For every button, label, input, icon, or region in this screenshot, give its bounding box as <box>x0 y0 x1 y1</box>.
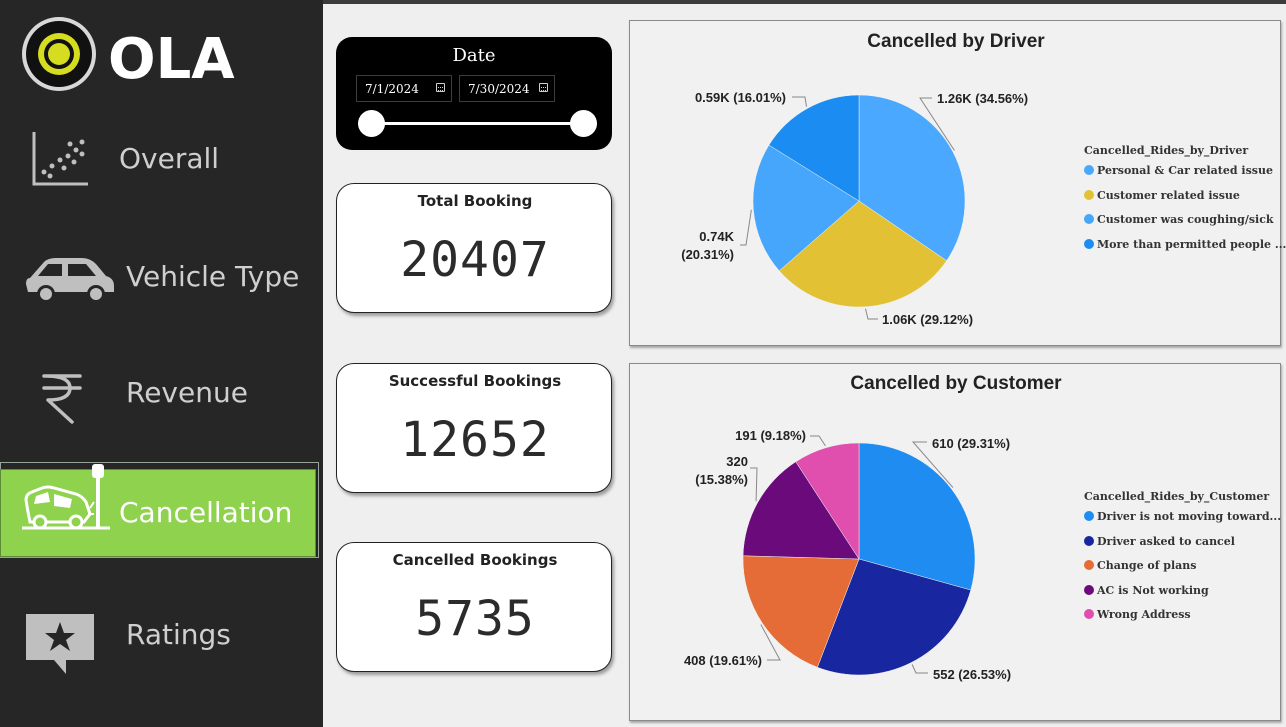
legend-dot-icon <box>1084 214 1094 225</box>
legend-item[interactable]: Driver asked to cancel <box>1084 535 1235 548</box>
chart-cancelled-by-customer[interactable]: Cancelled by Customer 610 (29.31%) 552 (2… <box>629 363 1281 721</box>
kpi-value: 20407 <box>400 232 550 288</box>
nav-label-revenue: Revenue <box>126 376 248 409</box>
legend-dot-icon <box>1084 584 1094 595</box>
nav-item-overall[interactable]: Overall <box>0 112 323 204</box>
leader-line <box>865 308 878 320</box>
car-crash-icon <box>20 462 112 548</box>
date-slicer: Date 7/1/2024 7/30/2024 <box>336 37 612 150</box>
rupee-icon <box>40 372 84 428</box>
legend-label: More than permitted people ... <box>1097 237 1286 251</box>
end-date-value: 7/30/2024 <box>468 82 530 96</box>
kpi-card-cancelled-bookings: Cancelled Bookings 5735 <box>336 542 612 672</box>
legend-item[interactable]: Customer was coughing/sick <box>1084 213 1274 226</box>
star-message-icon <box>24 612 96 680</box>
leader-line <box>750 467 758 502</box>
range-end-handle[interactable] <box>570 110 597 137</box>
legend-label: Customer was coughing/sick <box>1097 213 1274 227</box>
nav-item-revenue[interactable]: Revenue <box>0 348 323 440</box>
legend-dot-icon <box>1084 165 1094 175</box>
data-label: (20.31%) <box>681 247 734 262</box>
legend-label: Customer related issue <box>1097 188 1240 202</box>
data-label: 320 <box>726 454 748 469</box>
nav-item-vehicle-type[interactable]: Vehicle Type <box>0 230 323 322</box>
legend-item[interactable]: Customer related issue <box>1084 189 1240 202</box>
date-slicer-title: Date <box>452 45 496 66</box>
data-label: 0.74K <box>699 229 734 244</box>
legend-dot-icon <box>1084 535 1094 546</box>
leader-line <box>911 664 928 674</box>
chart-cancelled-by-driver[interactable]: Cancelled by Driver 1.26K (34.56%) 1.06K … <box>629 20 1286 347</box>
calendar-icon[interactable] <box>539 83 548 92</box>
data-label: 1.06K (29.12%) <box>882 312 973 327</box>
kpi-card-successful-bookings: Successful Bookings 12652 <box>336 363 612 493</box>
legend-item[interactable]: Personal & Car related issue <box>1084 164 1273 177</box>
legend-title: Cancelled_Rides_by_Customer <box>1084 490 1270 503</box>
legend-dot-icon <box>1084 560 1094 571</box>
data-label: 1.26K (34.56%) <box>937 91 1028 106</box>
calendar-icon[interactable] <box>436 83 445 92</box>
leader-line <box>810 435 826 447</box>
legend-label: Change of plans <box>1097 559 1197 573</box>
data-label: 0.59K (16.01%) <box>695 90 786 105</box>
kpi-title: Cancelled Bookings <box>392 551 558 569</box>
data-label: 552 (26.53%) <box>933 667 1011 682</box>
leader-line <box>740 209 752 246</box>
nav-item-ratings[interactable]: Ratings <box>0 592 323 684</box>
data-label: 408 (19.61%) <box>684 653 762 668</box>
pie-chart-driver[interactable]: 1.26K (34.56%) 1.06K (29.12%) 0.74K (20.31%… <box>630 21 1282 347</box>
top-bar <box>323 0 1286 4</box>
legend-label: AC is Not working <box>1097 583 1209 597</box>
kpi-title: Successful Bookings <box>388 372 562 390</box>
kpi-title: Total Booking <box>417 192 533 210</box>
legend-item[interactable]: Wrong Address <box>1084 608 1191 621</box>
legend-dot-icon <box>1084 238 1094 249</box>
legend-label: Wrong Address <box>1097 608 1191 622</box>
legend-item[interactable]: AC is Not working <box>1084 584 1209 597</box>
sidebar: OLA Overall Vehicle Type Revenue Cancell… <box>0 0 323 727</box>
scatter-chart-icon <box>30 130 90 192</box>
legend-label: Driver is not moving toward... <box>1097 510 1282 523</box>
nav-label-cancellation: Cancellation <box>119 496 293 529</box>
start-date-value: 7/1/2024 <box>365 82 419 96</box>
legend-label: Driver asked to cancel <box>1097 534 1235 548</box>
leader-line <box>792 96 807 107</box>
data-label: (15.38%) <box>695 472 748 487</box>
end-date-input[interactable]: 7/30/2024 <box>459 75 555 102</box>
legend-dot-icon <box>1084 511 1094 521</box>
kpi-card-total-booking: Total Booking 20407 <box>336 183 612 313</box>
kpi-value: 5735 <box>415 591 535 647</box>
legend-dot-icon <box>1084 609 1094 620</box>
legend-dot-icon <box>1084 189 1094 200</box>
nav-item-cancellation[interactable]: Cancellation <box>0 462 323 558</box>
brand-name: OLA <box>108 27 235 92</box>
nav-label-vehicle-type: Vehicle Type <box>126 260 300 293</box>
nav-label-ratings: Ratings <box>126 618 231 651</box>
car-icon <box>24 254 116 308</box>
start-date-input[interactable]: 7/1/2024 <box>356 75 452 102</box>
ola-logo: OLA <box>20 16 260 96</box>
legend-label: Personal & Car related issue <box>1097 164 1273 177</box>
legend-item[interactable]: More than permitted people ... <box>1084 238 1286 251</box>
legend-item[interactable]: Change of plans <box>1084 559 1196 572</box>
legend-item[interactable]: Driver is not moving toward... <box>1084 510 1281 523</box>
date-range-track[interactable] <box>372 122 584 125</box>
kpi-value: 12652 <box>400 412 550 468</box>
range-start-handle[interactable] <box>358 110 385 137</box>
legend-title: Cancelled_Rides_by_Driver <box>1084 144 1249 157</box>
nav-label-overall: Overall <box>119 142 220 175</box>
data-label: 610 (29.31%) <box>932 436 1010 451</box>
data-label: 191 (9.18%) <box>735 428 806 443</box>
